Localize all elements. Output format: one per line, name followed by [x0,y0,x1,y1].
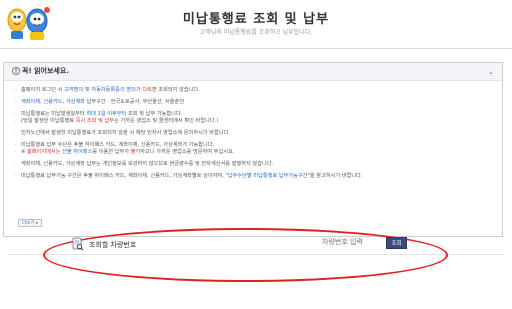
page-header: 미납통행료 조회 및 납부 고객님의 미납통행료를 조회하고 납부합니다. [0,0,512,48]
page: 미납통행료 조회 및 납부 고객님의 미납통행료를 조회하고 납부합니다. ! 꼭… [0,0,512,309]
notice-box: !꼭! 읽어보세요. ⌄ 홈페이지 로그인 시 고객명의 및 자동차등록증의 명… [3,62,503,237]
notice-item: 미납통행료 납부가능 구간은 후불 하이패스 카드, 계좌이체, 신용카드, 가… [15,173,495,180]
notice-item: 민자노선에서 발생한 미납통행료가 조회되지 않을 시 해당 민자사 영업소에 … [15,130,495,137]
notice-title: ! 꼭! 읽어보세요. [12,66,69,76]
page-subtitle: 고객님의 미납통행료를 조회하고 납부합니다. [199,29,313,36]
header-divider [0,48,512,49]
notice-header: ! 꼭! 읽어보세요. ⌄ [4,63,502,81]
more-button[interactable]: 더보기 ▸ [18,219,43,227]
notice-list: 홈페이지 로그인 시 고객명의 및 자동차등록증의 명의가 다르면 조회되지 않… [15,87,495,180]
notice-item: 미납통행료는 미납발생일부터 최대 1일 이후부터 조회 및 납부 가능합니다. [15,111,495,118]
notice-item: 미납통행료 납부 수단은 후불 하이패스 카드, 계좌이체, 신용카드, 가상계… [15,142,495,149]
search-label: 조회할 차량번호 [89,241,137,249]
page-title: 미납통행료 조회 및 납부 [182,12,330,27]
info-icon: ! [12,67,20,75]
notice-item: 계좌이체, 신용카드, 가상계좌 납부구간 : 한국도로공사, 부산울산, 서울… [15,99,495,106]
notice-subitem: (당일 발생한 미납통행료 즉시 조회 및 납부는 가까운 영업소 및 콜센터에… [15,118,495,125]
collapse-chevron-icon[interactable]: ⌄ [486,67,496,77]
notice-subitem: ※ 홈페이지에서는 선불 하이패스를 이용한 납부가 불가하오니 가까운 영업소… [15,149,495,156]
notice-title-text: 꼭! 읽어보세요. [22,67,69,75]
vehicle-number-input[interactable] [322,236,386,248]
search-button[interactable]: 조회 [386,237,407,249]
notice-item: 계좌이체, 신용카드, 가상계좌 납부는 개인정보를 보관하지 않으므로 현금영… [15,161,495,168]
notice-item: 홈페이지 로그인 시 고객명의 및 자동차등록증의 명의가 다르면 조회되지 않… [15,87,495,94]
vehicle-search-icon [72,237,84,251]
